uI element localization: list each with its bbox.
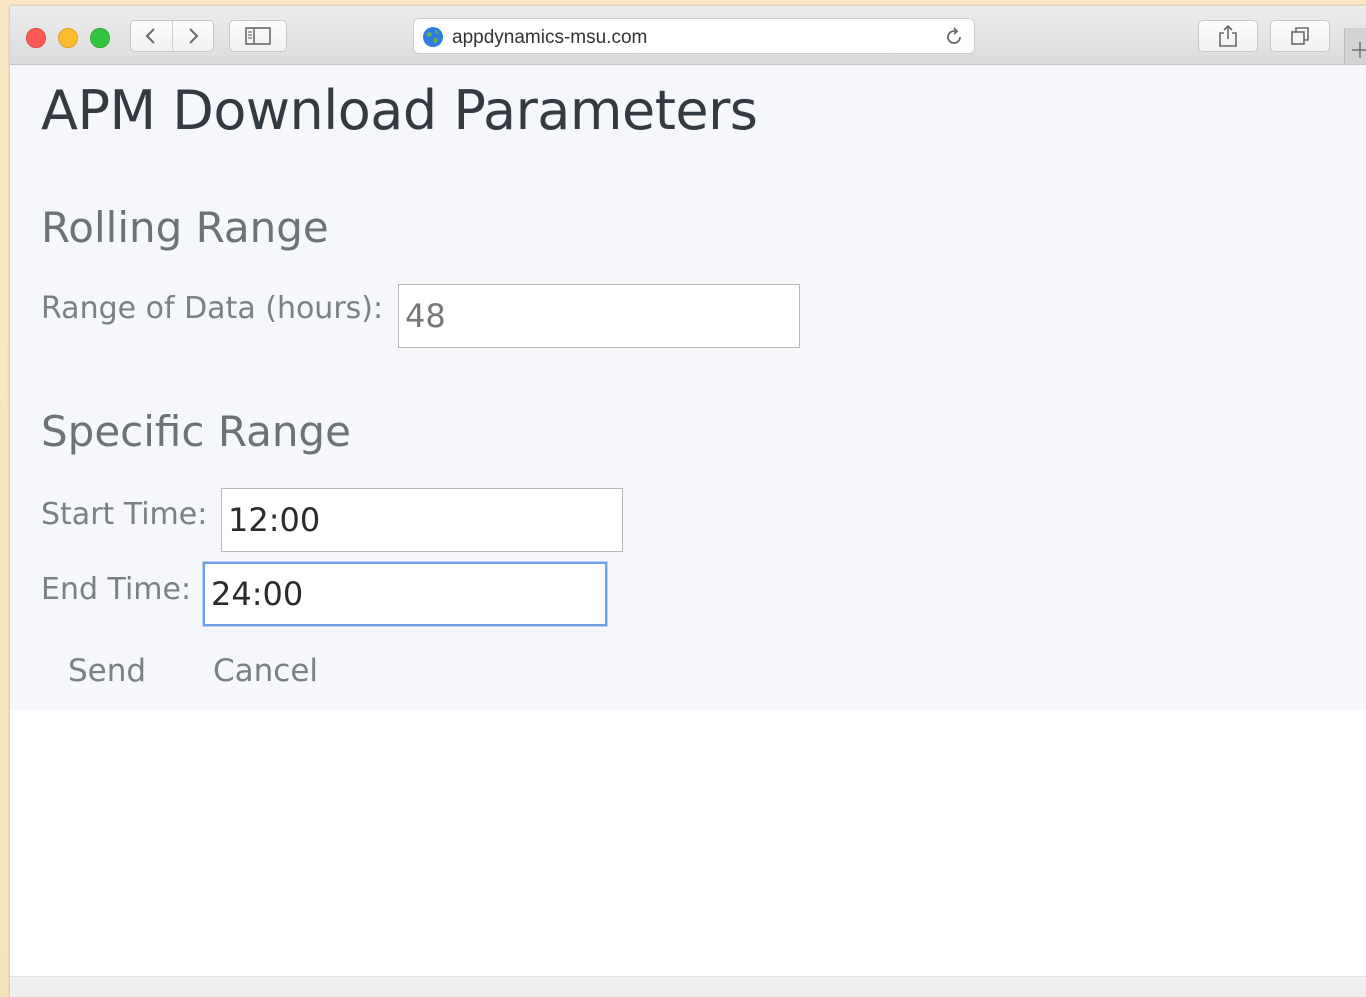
start-time-label: Start Time: <box>41 497 208 532</box>
page-title: APM Download Parameters <box>41 79 758 142</box>
navigation-buttons <box>130 20 214 52</box>
globe-icon <box>423 27 443 47</box>
new-tab-button[interactable] <box>1344 28 1366 64</box>
window-bottom-edge <box>10 976 1366 997</box>
back-button[interactable] <box>131 21 172 51</box>
url-text: appdynamics-msu.com <box>452 27 648 48</box>
zoom-window-button[interactable] <box>90 28 110 48</box>
close-window-button[interactable] <box>26 28 46 48</box>
desktop-background: appdynamics-msu.com APM Download Paramet… <box>0 0 1366 997</box>
plus-icon <box>1352 42 1366 58</box>
range-of-data-label: Range of Data (hours): <box>41 291 384 326</box>
specific-range-heading: Specific Range <box>41 407 351 456</box>
page-content: APM Download Parameters Rolling Range Ra… <box>10 65 1366 710</box>
chevron-right-icon <box>189 28 199 44</box>
tabs-overview-button[interactable] <box>1270 20 1330 52</box>
share-icon <box>1219 24 1237 47</box>
range-hours-input[interactable] <box>398 284 800 348</box>
send-button[interactable]: Send <box>68 653 146 689</box>
forward-button[interactable] <box>171 21 214 51</box>
address-bar[interactable]: appdynamics-msu.com <box>413 18 975 54</box>
cancel-button[interactable]: Cancel <box>213 653 318 689</box>
tabs-overview-icon <box>1291 27 1309 45</box>
rolling-range-heading: Rolling Range <box>41 203 329 252</box>
sidebar-toggle-button[interactable] <box>229 20 287 52</box>
sidebar-icon <box>245 27 271 45</box>
browser-toolbar: appdynamics-msu.com <box>10 6 1366 65</box>
share-button[interactable] <box>1198 20 1258 52</box>
minimize-window-button[interactable] <box>58 28 78 48</box>
chevron-left-icon <box>145 28 155 44</box>
end-time-label: End Time: <box>41 572 192 607</box>
end-time-input[interactable] <box>203 562 607 626</box>
start-time-input[interactable] <box>221 488 623 552</box>
reload-icon[interactable] <box>942 25 966 49</box>
browser-window: appdynamics-msu.com APM Download Paramet… <box>10 6 1366 997</box>
